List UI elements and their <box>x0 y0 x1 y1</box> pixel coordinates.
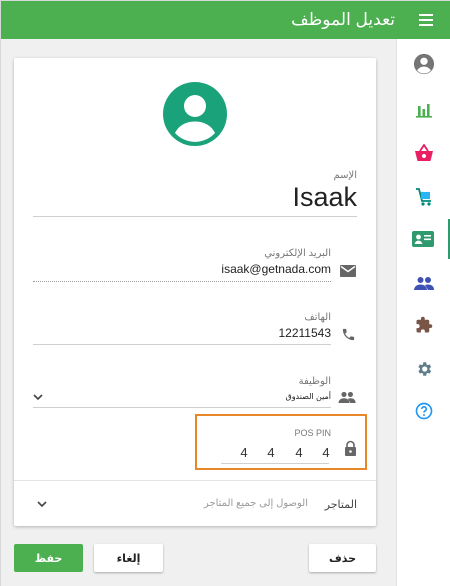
sidebar-item-purchases[interactable] <box>397 177 450 217</box>
phone-label: الهاتف <box>304 312 331 323</box>
help-icon <box>415 402 433 420</box>
top-app-bar: تعديل الموظف <box>1 1 450 39</box>
sidebar <box>396 39 450 586</box>
people-icon <box>414 277 434 290</box>
sidebar-item-account[interactable] <box>397 44 450 84</box>
pos-pin-label: POS PIN <box>294 428 331 438</box>
email-underline <box>33 281 331 282</box>
stores-select[interactable]: الوصول إلى جميع المتاجر <box>204 498 308 509</box>
name-label: الإسم <box>333 170 357 181</box>
email-label: البريد الإلكتروني <box>264 248 331 259</box>
sidebar-item-reports[interactable] <box>397 89 450 129</box>
cancel-button[interactable]: إلغاء <box>94 544 163 572</box>
page-title: تعديل الموظف <box>291 10 395 29</box>
sidebar-item-customers[interactable] <box>397 263 450 303</box>
sidebar-item-settings[interactable] <box>397 349 450 389</box>
lock-icon <box>345 440 356 456</box>
name-input[interactable]: Isaak <box>292 182 357 213</box>
sidebar-item-addons[interactable] <box>397 305 450 345</box>
cart-icon <box>416 188 431 206</box>
name-underline <box>33 216 357 217</box>
employee-card-icon <box>411 231 434 247</box>
job-underline <box>33 407 331 408</box>
pin-digit[interactable]: 4 <box>264 445 278 460</box>
sidebar-item-sales[interactable] <box>397 133 450 173</box>
job-label: الوظيفة <box>298 376 331 387</box>
account-icon <box>413 53 435 75</box>
email-icon <box>340 265 356 277</box>
pin-underline <box>221 463 329 464</box>
basket-icon <box>415 144 433 161</box>
menu-icon[interactable] <box>419 14 433 26</box>
phone-underline <box>33 344 331 345</box>
pin-digit[interactable]: 4 <box>237 445 251 460</box>
sidebar-item-employees[interactable] <box>397 219 450 259</box>
job-chevron-down-icon[interactable] <box>33 394 43 400</box>
pin-digit[interactable]: 4 <box>292 445 306 460</box>
delete-button[interactable]: حذف <box>309 544 376 572</box>
section-divider <box>14 480 376 481</box>
pin-digit[interactable]: 4 <box>319 445 333 460</box>
bar-chart-icon <box>416 104 432 118</box>
job-people-icon <box>338 391 356 403</box>
gear-icon <box>418 362 432 376</box>
employee-avatar-icon <box>163 82 227 146</box>
pos-pin-field[interactable]: POS PIN 4 4 4 4 <box>195 414 367 470</box>
stores-chevron-down-icon[interactable] <box>37 501 47 507</box>
stores-label: المتاجر <box>324 499 357 511</box>
phone-icon <box>342 328 355 341</box>
job-select[interactable]: أمين الصندوق <box>285 392 331 401</box>
employee-form-card: الإسم Isaak البريد الإلكتروني isaak@getn… <box>14 58 376 526</box>
puzzle-icon <box>416 316 433 333</box>
save-button[interactable]: حفظ <box>14 544 83 572</box>
sidebar-item-help[interactable] <box>397 391 450 431</box>
phone-input[interactable]: 12211543 <box>279 326 332 340</box>
email-input[interactable]: isaak@getnada.com <box>221 262 331 276</box>
